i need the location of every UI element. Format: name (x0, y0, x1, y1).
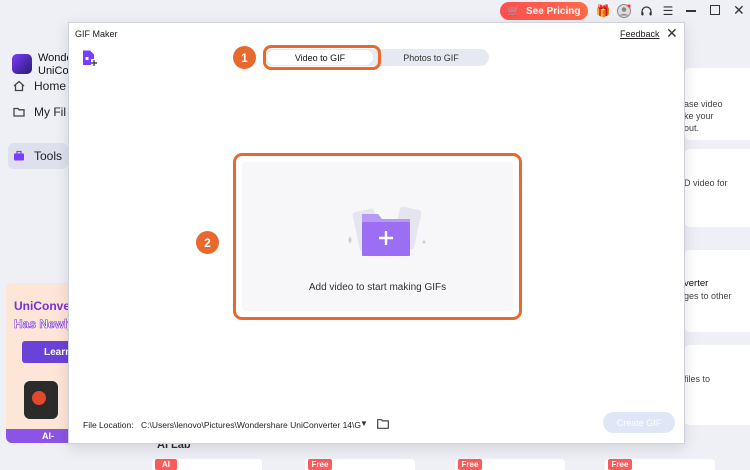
close-icon[interactable]: ✕ (666, 26, 678, 40)
sidebar-item-my-files[interactable]: My Fil (8, 99, 68, 125)
add-file-icon[interactable] (81, 49, 99, 67)
tool-card[interactable]: ase video ke your out. (684, 68, 750, 140)
user-icon[interactable] (615, 2, 633, 20)
menu-icon[interactable]: ☰ (659, 2, 677, 20)
sidebar-item-tools[interactable]: Tools (8, 143, 68, 169)
folder-icon (12, 105, 26, 119)
free-badge: Free (458, 459, 482, 470)
minimize-button[interactable] (686, 10, 696, 12)
promo-footer: AI-Pow (6, 429, 68, 443)
chevron-down-icon[interactable]: ▼ (360, 419, 368, 428)
toolbox-icon (12, 149, 26, 163)
add-folder-icon (348, 206, 426, 256)
gift-icon[interactable]: 🎁 (594, 2, 612, 20)
tab-highlight-box (263, 45, 381, 70)
camera-image (24, 381, 58, 419)
file-location-label: File Location: (83, 420, 134, 430)
add-video-dropzone[interactable]: Add video to start making GIFs (233, 153, 522, 320)
see-pricing-label: See Pricing (525, 5, 581, 17)
promo-learn-button[interactable]: Learn (22, 341, 68, 363)
headset-icon[interactable] (637, 2, 655, 20)
tab-photos-to-gif[interactable]: Photos to GIF (375, 50, 487, 65)
open-folder-icon[interactable] (377, 419, 389, 429)
dialog-title: GIF Maker (75, 29, 118, 39)
feedback-link[interactable]: Feedback (620, 29, 660, 39)
step-badge-2: 2 (196, 231, 219, 254)
dropzone-area[interactable]: Add video to start making GIFs (242, 162, 513, 311)
promo-title: UniConve Has Newly (14, 299, 68, 331)
title-bar: 🛒 See Pricing 🎁 ☰ ✕ (0, 0, 750, 22)
see-pricing-button[interactable]: 🛒 See Pricing (500, 2, 588, 20)
free-badge: Free (608, 459, 632, 470)
tool-card[interactable]: verter ges to other (684, 250, 750, 332)
file-location-select[interactable]: C:\Users\lenovo\Pictures\Wondershare Uni… (139, 416, 369, 433)
free-badge: Free (308, 459, 332, 470)
step-badge-1: 1 (233, 46, 256, 69)
tool-card[interactable]: D video for (684, 149, 750, 227)
create-gif-button[interactable]: Create GIF (603, 412, 675, 433)
dropzone-text: Add video to start making GIFs (308, 282, 447, 293)
promo-banner[interactable]: UniConve Has Newly Learn AI-Pow (6, 283, 68, 443)
window-close-button[interactable]: ✕ (733, 2, 745, 19)
tool-card[interactable]: files to (684, 345, 750, 425)
home-icon (12, 79, 26, 93)
sidebar-item-home[interactable]: Home (8, 73, 68, 99)
cart-icon: 🛒 (507, 5, 520, 17)
gif-maker-dialog: GIF Maker Feedback ✕ Video to GIF Photos… (68, 22, 685, 444)
maximize-button[interactable] (710, 5, 720, 15)
ai-badge: AI (155, 459, 177, 470)
app-logo (12, 54, 32, 74)
